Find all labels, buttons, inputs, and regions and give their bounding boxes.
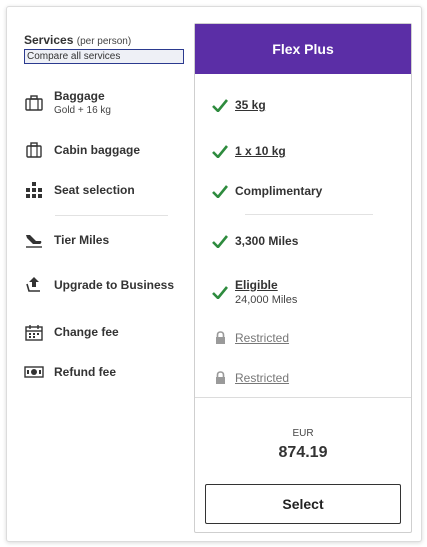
check-icon: [211, 97, 229, 113]
price-currency: EUR: [292, 428, 314, 439]
seat-icon: [24, 181, 44, 199]
price-amount: 874.19: [278, 444, 328, 461]
check-icon: [211, 143, 229, 159]
service-label: Refund fee: [54, 365, 117, 379]
fare-value-seat-selection: Complimentary: [235, 184, 323, 198]
service-row-change-fee: Change fee: [24, 323, 119, 341]
fare-value-row: Eligible 24,000 Miles: [211, 278, 297, 306]
plane-icon: [24, 231, 44, 249]
service-label: Upgrade to Business: [54, 278, 175, 292]
divider: [55, 215, 168, 216]
service-row-refund-fee: Refund fee: [24, 363, 116, 381]
divider: [245, 214, 373, 215]
fare-value-row: Complimentary: [211, 183, 322, 199]
service-row-tier-miles: Tier Miles: [24, 231, 109, 249]
check-icon: [211, 233, 229, 249]
service-label: Baggage: [54, 89, 105, 103]
fare-comparison-panel: Services (per person) Compare all servic…: [6, 6, 422, 542]
suitcase-icon: [24, 94, 44, 112]
fare-value-refund-fee[interactable]: Restricted: [235, 371, 289, 385]
service-row-baggage: Baggage Gold + 16 kg: [24, 89, 111, 116]
services-title: Services: [24, 33, 74, 47]
check-icon: [211, 284, 229, 300]
services-heading: Services (per person): [24, 33, 131, 47]
service-label: Change fee: [54, 325, 119, 339]
fare-value-tier-miles: 3,300 Miles: [235, 234, 299, 248]
lock-icon: [211, 330, 229, 346]
check-icon: [211, 183, 229, 199]
divider: [195, 397, 411, 398]
lock-icon: [211, 370, 229, 386]
service-label: Tier Miles: [54, 233, 110, 247]
fare-value-upgrade-sub: 24,000 Miles: [235, 294, 298, 306]
upgrade-icon: [24, 276, 44, 294]
service-row-cabin-baggage: Cabin baggage: [24, 141, 140, 159]
service-label: Seat selection: [54, 183, 135, 197]
compare-all-services-link[interactable]: Compare all services: [24, 49, 184, 64]
money-icon: [24, 363, 44, 381]
fare-value-row: 35 kg: [211, 97, 266, 113]
services-subtitle: (per person): [76, 36, 132, 47]
fare-value-change-fee[interactable]: Restricted: [235, 331, 289, 345]
fare-value-row: 1 x 10 kg: [211, 143, 286, 159]
calendar-icon: [24, 323, 44, 341]
fare-value-row: Restricted: [211, 370, 289, 386]
fare-value-row: 3,300 Miles: [211, 233, 298, 249]
cabin-bag-icon: [24, 141, 44, 159]
service-row-seat-selection: Seat selection: [24, 181, 135, 199]
service-sublabel: Gold + 16 kg: [54, 105, 111, 116]
fare-card-flex-plus: Flex Plus 35 kg 1 x 10 kg Complimentary: [194, 23, 412, 533]
service-row-upgrade: Upgrade to Business: [24, 276, 174, 294]
fare-value-row: Restricted: [211, 330, 289, 346]
fare-name: Flex Plus: [195, 24, 411, 74]
fare-value-upgrade[interactable]: Eligible: [235, 278, 297, 292]
select-fare-button[interactable]: Select: [205, 484, 401, 524]
service-label: Cabin baggage: [54, 143, 141, 157]
fare-value-cabin-baggage[interactable]: 1 x 10 kg: [235, 144, 286, 158]
fare-value-baggage[interactable]: 35 kg: [235, 98, 266, 112]
